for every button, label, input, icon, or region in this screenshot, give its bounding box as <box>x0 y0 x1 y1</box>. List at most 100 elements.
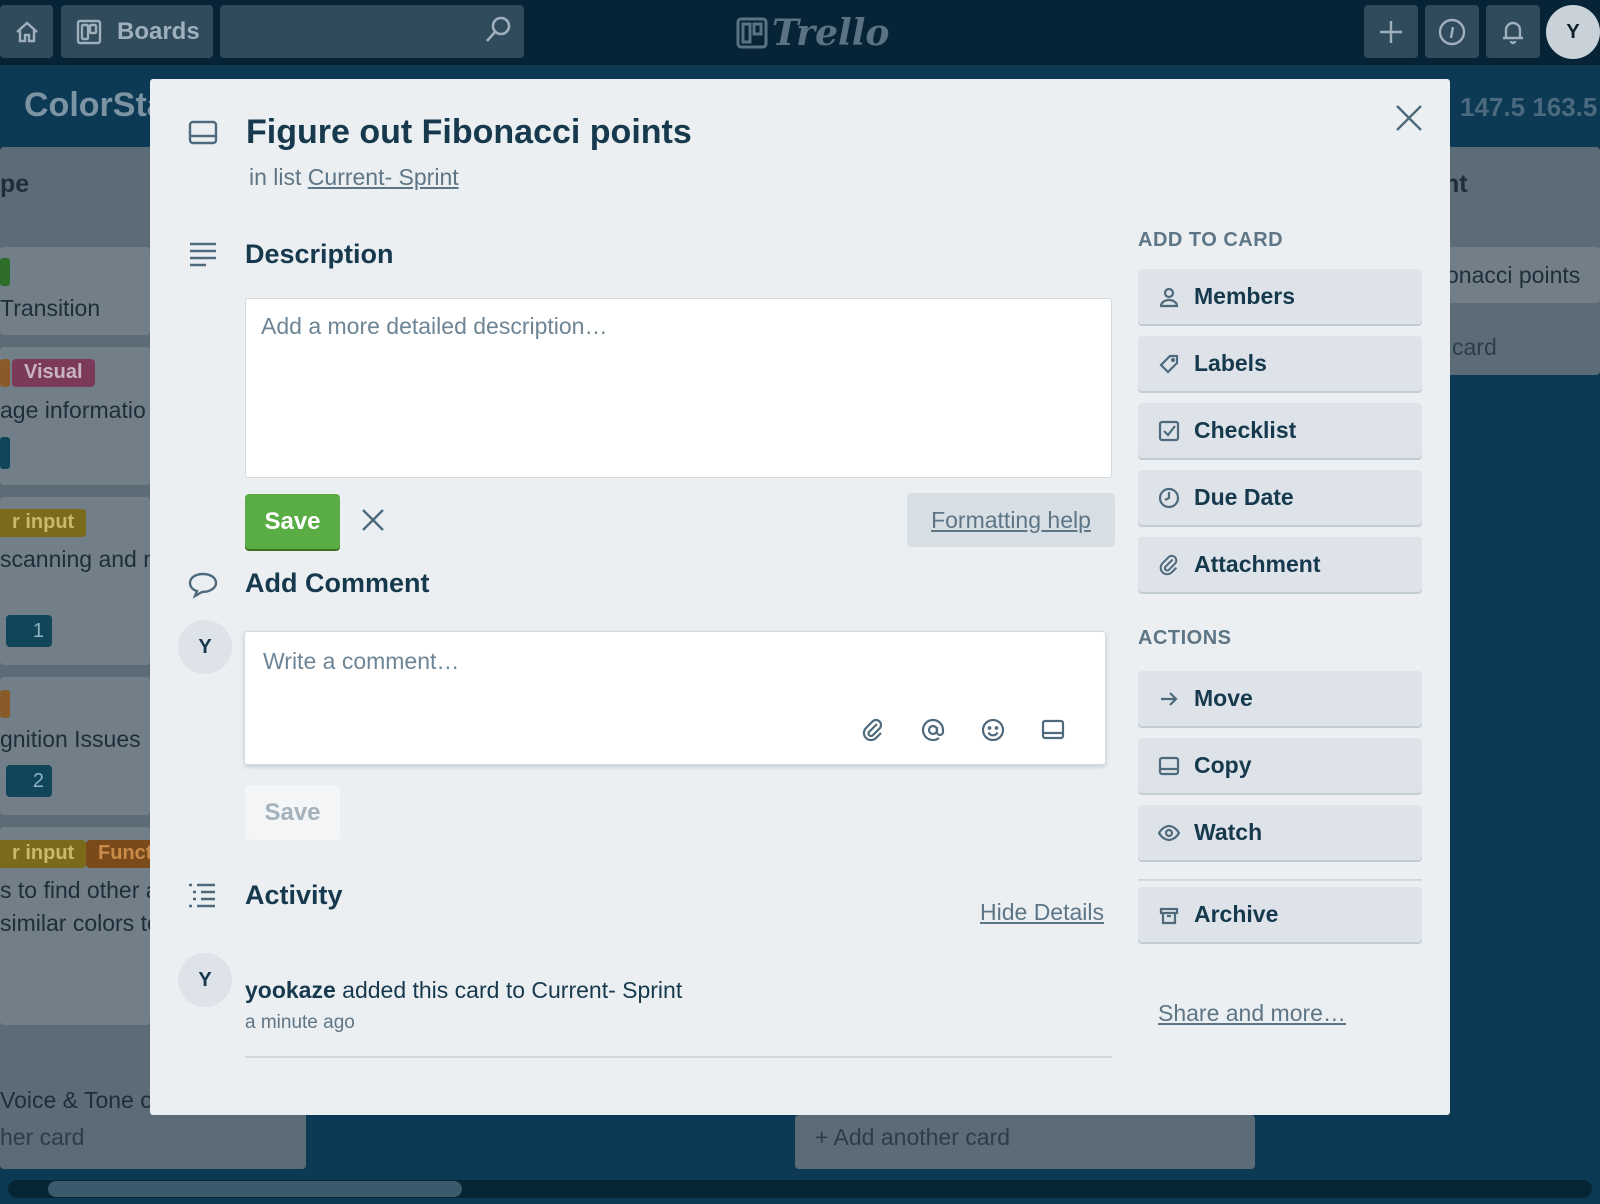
move-label: Move <box>1194 685 1253 711</box>
card-icon <box>1041 719 1065 740</box>
comment-box[interactable] <box>244 631 1106 765</box>
formatting-help-link[interactable]: Formatting help <box>907 493 1115 547</box>
background-card-text: scanning and n <box>0 546 157 572</box>
close-icon <box>362 509 384 531</box>
notifications-button[interactable] <box>1486 5 1540 58</box>
background-card-text: s to find other a <box>0 877 159 903</box>
comment-icon <box>187 571 219 604</box>
trello-logo-text: Trello <box>772 12 890 54</box>
board-scrollbar-thumb[interactable] <box>48 1181 462 1197</box>
description-input[interactable] <box>245 298 1112 478</box>
due-date-button[interactable]: Due Date <box>1138 470 1422 525</box>
background-card-label: r input <box>0 509 87 537</box>
comment-save-button[interactable]: Save <box>245 785 340 840</box>
search-icon[interactable] <box>482 14 514 46</box>
info-button[interactable] <box>1425 5 1479 58</box>
description-heading: Description <box>245 239 394 269</box>
background-card-text: onacci points <box>1446 262 1581 288</box>
checklist-label: Checklist <box>1194 417 1297 443</box>
labels-button[interactable]: Labels <box>1138 336 1422 391</box>
close-icon <box>1396 105 1422 131</box>
in-list-prefix: in list <box>249 164 302 190</box>
activity-user[interactable]: yookaze <box>245 977 336 1003</box>
attach-button[interactable] <box>857 714 889 746</box>
tag-icon <box>1159 354 1179 374</box>
description-save-button[interactable]: Save <box>245 494 340 549</box>
middle-add-card[interactable]: + Add another card <box>815 1124 1010 1151</box>
background-card-text: age informatio <box>0 397 146 423</box>
activity-time[interactable]: a minute ago <box>245 1012 355 1034</box>
due-date-label: Due Date <box>1194 484 1294 510</box>
background-card-label: r input <box>0 840 87 868</box>
move-button[interactable]: Move <box>1138 671 1422 726</box>
mention-button[interactable] <box>917 714 949 746</box>
attachment-label: Attachment <box>1194 551 1321 577</box>
card-icon <box>1158 756 1180 775</box>
emoji-button[interactable] <box>977 714 1009 746</box>
share-and-more-link[interactable]: Share and more… <box>1158 1000 1346 1027</box>
person-icon <box>1159 287 1179 307</box>
copy-label: Copy <box>1194 752 1252 778</box>
plus-icon <box>1380 20 1402 43</box>
info-icon <box>1438 18 1466 45</box>
right-add-card[interactable]: card <box>1452 334 1497 361</box>
boards-button[interactable]: Boards <box>61 5 213 58</box>
add-card-button[interactable] <box>1037 714 1069 746</box>
boards-icon <box>76 19 102 44</box>
background-card-label: Visual <box>12 359 95 387</box>
activity-divider <box>245 1056 1112 1058</box>
watch-button[interactable]: Watch <box>1138 805 1422 860</box>
board-stats: 147.5 163.5 <box>1460 92 1598 122</box>
sidebar-divider <box>1138 879 1422 881</box>
comment-badge: 1 <box>6 615 52 647</box>
archive-label: Archive <box>1194 901 1279 927</box>
home-button[interactable] <box>0 5 53 58</box>
description-cancel-button[interactable] <box>360 507 386 538</box>
list-link[interactable]: Current- Sprint <box>308 164 459 190</box>
label-strip <box>0 258 10 286</box>
activity-heading: Activity <box>245 880 343 910</box>
background-card-text: Transition <box>0 295 101 321</box>
user-avatar[interactable]: Y <box>1546 5 1600 59</box>
background-card-text: Voice & Tone of <box>0 1087 160 1113</box>
trello-logo-icon <box>736 17 768 49</box>
card-detail-modal: Figure out Fibonacci points in list Curr… <box>150 79 1450 1115</box>
watch-label: Watch <box>1194 819 1263 845</box>
search-input[interactable] <box>220 5 524 58</box>
members-button[interactable]: Members <box>1138 269 1422 324</box>
board-title[interactable]: ColorSta <box>24 86 166 125</box>
activity-icon <box>187 882 219 915</box>
actions-heading: ACTIONS <box>1138 627 1232 649</box>
checklist-icon <box>1158 420 1180 441</box>
description-icon <box>188 241 218 274</box>
attachment-button[interactable]: Attachment <box>1138 537 1422 592</box>
paperclip-icon <box>1159 554 1178 575</box>
close-modal-button[interactable] <box>1394 103 1424 138</box>
arrow-right-icon <box>1161 691 1178 706</box>
background-card-text: similar colors to <box>0 910 160 936</box>
paperclip-icon <box>862 718 883 742</box>
comment-avatar[interactable]: Y <box>178 620 232 674</box>
top-nav: Boards Trello Y <box>0 0 1600 65</box>
activity-text: added this card to Current- Sprint <box>342 977 683 1003</box>
members-label: Members <box>1194 283 1295 309</box>
boards-label: Boards <box>117 17 200 45</box>
left-list-header: pe <box>0 170 30 198</box>
archive-button[interactable]: Archive <box>1138 887 1422 942</box>
comment-badge: 2 <box>6 765 52 797</box>
comment-input[interactable] <box>263 648 963 675</box>
archive-icon <box>1159 907 1179 924</box>
create-button[interactable] <box>1364 5 1418 58</box>
hide-details-link[interactable]: Hide Details <box>980 899 1104 926</box>
trello-logo[interactable]: Trello <box>736 12 889 54</box>
background-card-text: gnition Issues <box>0 726 141 752</box>
activity-entry: yookaze added this card to Current- Spri… <box>245 977 682 1004</box>
card-title[interactable]: Figure out Fibonacci points <box>246 113 692 152</box>
labels-label: Labels <box>1194 350 1267 376</box>
copy-button[interactable]: Copy <box>1138 738 1422 793</box>
left-add-card[interactable]: her card <box>0 1124 84 1151</box>
checklist-button[interactable]: Checklist <box>1138 403 1422 458</box>
activity-avatar[interactable]: Y <box>178 953 232 1007</box>
card-list-location: in list Current- Sprint <box>249 164 459 191</box>
label-strip <box>0 359 10 387</box>
